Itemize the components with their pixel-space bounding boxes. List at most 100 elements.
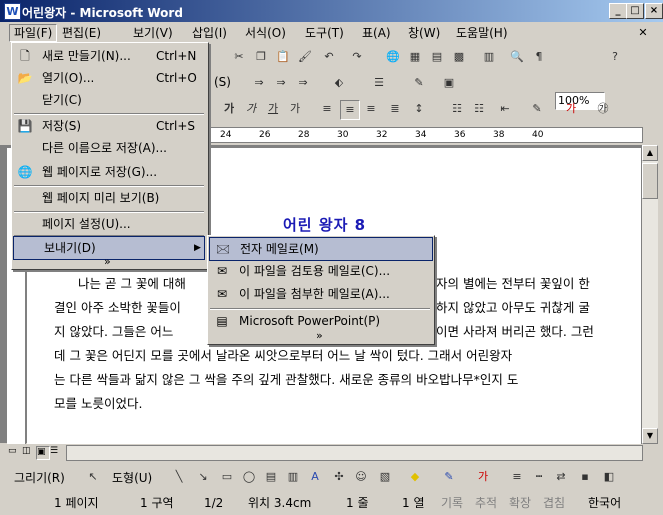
menu-window[interactable]: 창(W) <box>404 25 444 41</box>
menu-item-new[interactable]: 🗋 새로 만들기(N)... Ctrl+N <box>12 45 206 67</box>
rectangle-icon[interactable]: ▭ <box>218 468 236 486</box>
picture-icon[interactable]: ▧ <box>376 468 394 486</box>
menu-item-save-as[interactable]: 다른 이름으로 저장(A)... <box>12 137 206 159</box>
close-doc-icon[interactable]: ✕ <box>632 26 654 40</box>
bullets-icon[interactable]: ☷ <box>470 100 488 118</box>
line-spacing-icon[interactable]: ↕ <box>410 100 428 118</box>
normal-view-icon[interactable]: ▭ <box>8 446 20 458</box>
title-bar[interactable]: W 어린왕자 - Microsoft Word _ □ × <box>0 0 663 22</box>
line-color-icon[interactable]: ✎ <box>440 468 458 486</box>
shadow-icon[interactable]: ▪ <box>576 468 594 486</box>
status-ovr[interactable]: 겹침 <box>543 494 565 512</box>
diagram-icon[interactable]: ✣ <box>330 468 348 486</box>
oval-icon[interactable]: ◯ <box>240 468 258 486</box>
menu-edit[interactable]: 편집(E) <box>58 25 105 41</box>
menu-table[interactable]: 표(A) <box>358 25 395 41</box>
web-view-icon[interactable]: ◫ <box>22 446 34 458</box>
expand-menu-icon[interactable]: » <box>104 255 111 268</box>
maximize-button[interactable]: □ <box>626 3 644 19</box>
columns-icon[interactable]: ▥ <box>480 48 498 66</box>
dash-style-icon[interactable]: ┅ <box>530 468 548 486</box>
select-pointer-icon[interactable]: ↖ <box>84 468 102 486</box>
menu-item-save[interactable]: 💾 저장(S) Ctrl+S <box>12 115 206 137</box>
copy-icon[interactable]: ❐ <box>252 48 270 66</box>
numbering-icon[interactable]: ☷ <box>448 100 466 118</box>
indent-icon[interactable]: ⇤ <box>496 100 514 118</box>
field-icon[interactable]: ▣ <box>440 74 458 92</box>
3d-icon[interactable]: ◧ <box>600 468 618 486</box>
underline-icon[interactable]: 가 <box>264 100 282 118</box>
document-map-icon[interactable]: 🔍 <box>508 48 526 66</box>
close-button[interactable]: × <box>645 3 663 19</box>
fill-color-icon[interactable]: ◆ <box>406 468 424 486</box>
line-icon[interactable]: ╲ <box>170 468 188 486</box>
minimize-button[interactable]: _ <box>609 3 627 19</box>
menu-file[interactable]: 파일(F) <box>9 24 58 42</box>
menu-item-save-web[interactable]: 🌐 웹 페이지로 저장(G)... <box>12 161 206 183</box>
align-left-icon[interactable]: ≡ <box>340 100 360 120</box>
vertical-textbox-icon[interactable]: ▥ <box>284 468 302 486</box>
insert-table-icon[interactable]: ▤ <box>428 48 446 66</box>
help-icon[interactable]: ? <box>606 48 624 66</box>
submenu-item-mail[interactable]: 🖂 전자 메일로(M) <box>209 237 433 261</box>
status-trk[interactable]: 추적 <box>475 494 497 512</box>
draw-font-color-icon[interactable]: 가 <box>474 468 492 486</box>
menu-format[interactable]: 서식(O) <box>241 25 290 41</box>
vertical-scrollbar[interactable]: ▲ ▼ <box>641 145 658 444</box>
insert-excel-icon[interactable]: ▩ <box>450 48 468 66</box>
line-style-icon[interactable]: ≡ <box>508 468 526 486</box>
menu-help[interactable]: 도움말(H) <box>452 25 512 41</box>
menu-item-close[interactable]: 닫기(C) <box>12 89 206 111</box>
outline-3-icon[interactable]: ⇒ <box>294 74 312 92</box>
cut-icon[interactable]: ✂ <box>230 48 248 66</box>
highlight-box-icon[interactable]: ⬖ <box>330 74 348 92</box>
menu-item-web-preview[interactable]: 웹 페이지 미리 보기(B) <box>12 187 206 209</box>
italic-icon[interactable]: 가 <box>242 100 260 118</box>
menu-item-page-setup[interactable]: 페이지 설정(U)... <box>12 213 206 235</box>
scroll-up-icon[interactable]: ▲ <box>642 145 658 161</box>
distribute-icon[interactable]: ≣ <box>386 100 404 118</box>
text-box-icon[interactable]: ✎ <box>410 74 428 92</box>
outline-view-icon[interactable]: ☰ <box>50 446 62 458</box>
menu-insert[interactable]: 삽입(I) <box>188 25 231 41</box>
outline-icon[interactable]: ⇒ <box>250 74 268 92</box>
print-view-icon[interactable]: ▣ <box>36 446 50 460</box>
wordart-icon[interactable]: A <box>306 468 324 486</box>
format-painter-icon[interactable]: 🖌 <box>296 48 314 66</box>
horizontal-scrollbar[interactable] <box>66 445 643 461</box>
submenu-item-review-mail[interactable]: ✉ 이 파일을 검토용 메일로(C)... <box>209 260 431 282</box>
hyperlink-icon[interactable]: 🌐 <box>384 48 402 66</box>
arrow-style-icon[interactable]: ⇄ <box>552 468 570 486</box>
clipart-icon[interactable]: ☺ <box>352 468 370 486</box>
outline-2-icon[interactable]: ⇒ <box>272 74 290 92</box>
list-icon[interactable]: ☰ <box>370 74 388 92</box>
char-border-icon[interactable]: 가 <box>286 100 304 118</box>
tables-borders-icon[interactable]: ▦ <box>406 48 424 66</box>
status-ext[interactable]: 확장 <box>509 494 531 512</box>
menu-tools[interactable]: 도구(T) <box>301 25 348 41</box>
align-center-icon[interactable]: ≡ <box>362 100 380 118</box>
align-justify-icon[interactable]: ≡ <box>318 100 336 118</box>
word-app-icon[interactable]: W <box>4 3 21 20</box>
enclose-char-icon[interactable]: ㉮ <box>594 100 612 118</box>
scroll-thumb[interactable] <box>642 163 658 199</box>
submenu-item-attach-mail[interactable]: ✉ 이 파일을 첨부한 메일로(A)... <box>209 283 431 305</box>
undo-icon[interactable]: ↶ <box>320 48 338 66</box>
paste-icon[interactable]: 📋 <box>274 48 292 66</box>
arrow-icon[interactable]: ↘ <box>194 468 212 486</box>
expand-submenu-icon[interactable]: » <box>316 329 323 342</box>
highlight-pen-icon[interactable]: ✎ <box>528 100 546 118</box>
textbox-icon[interactable]: ▤ <box>262 468 280 486</box>
redo-icon[interactable]: ↷ <box>348 48 366 66</box>
show-hide-icon[interactable]: ¶ <box>530 48 548 66</box>
submenu-arrow-icon: ▶ <box>194 243 201 253</box>
draw-menu-button[interactable]: 그리기(R) <box>14 469 65 486</box>
menu-view[interactable]: 보기(V) <box>129 25 177 41</box>
scroll-down-icon[interactable]: ▼ <box>642 428 658 444</box>
menu-item-open[interactable]: 📂 열기(O)... Ctrl+O <box>12 67 206 89</box>
autoshapes-button[interactable]: 도형(U) <box>112 469 152 486</box>
style-select[interactable]: (S) <box>214 75 231 89</box>
status-rec[interactable]: 기록 <box>441 494 463 512</box>
font-color-icon[interactable]: 가 <box>562 100 580 118</box>
bold-icon[interactable]: 가 <box>220 100 238 118</box>
